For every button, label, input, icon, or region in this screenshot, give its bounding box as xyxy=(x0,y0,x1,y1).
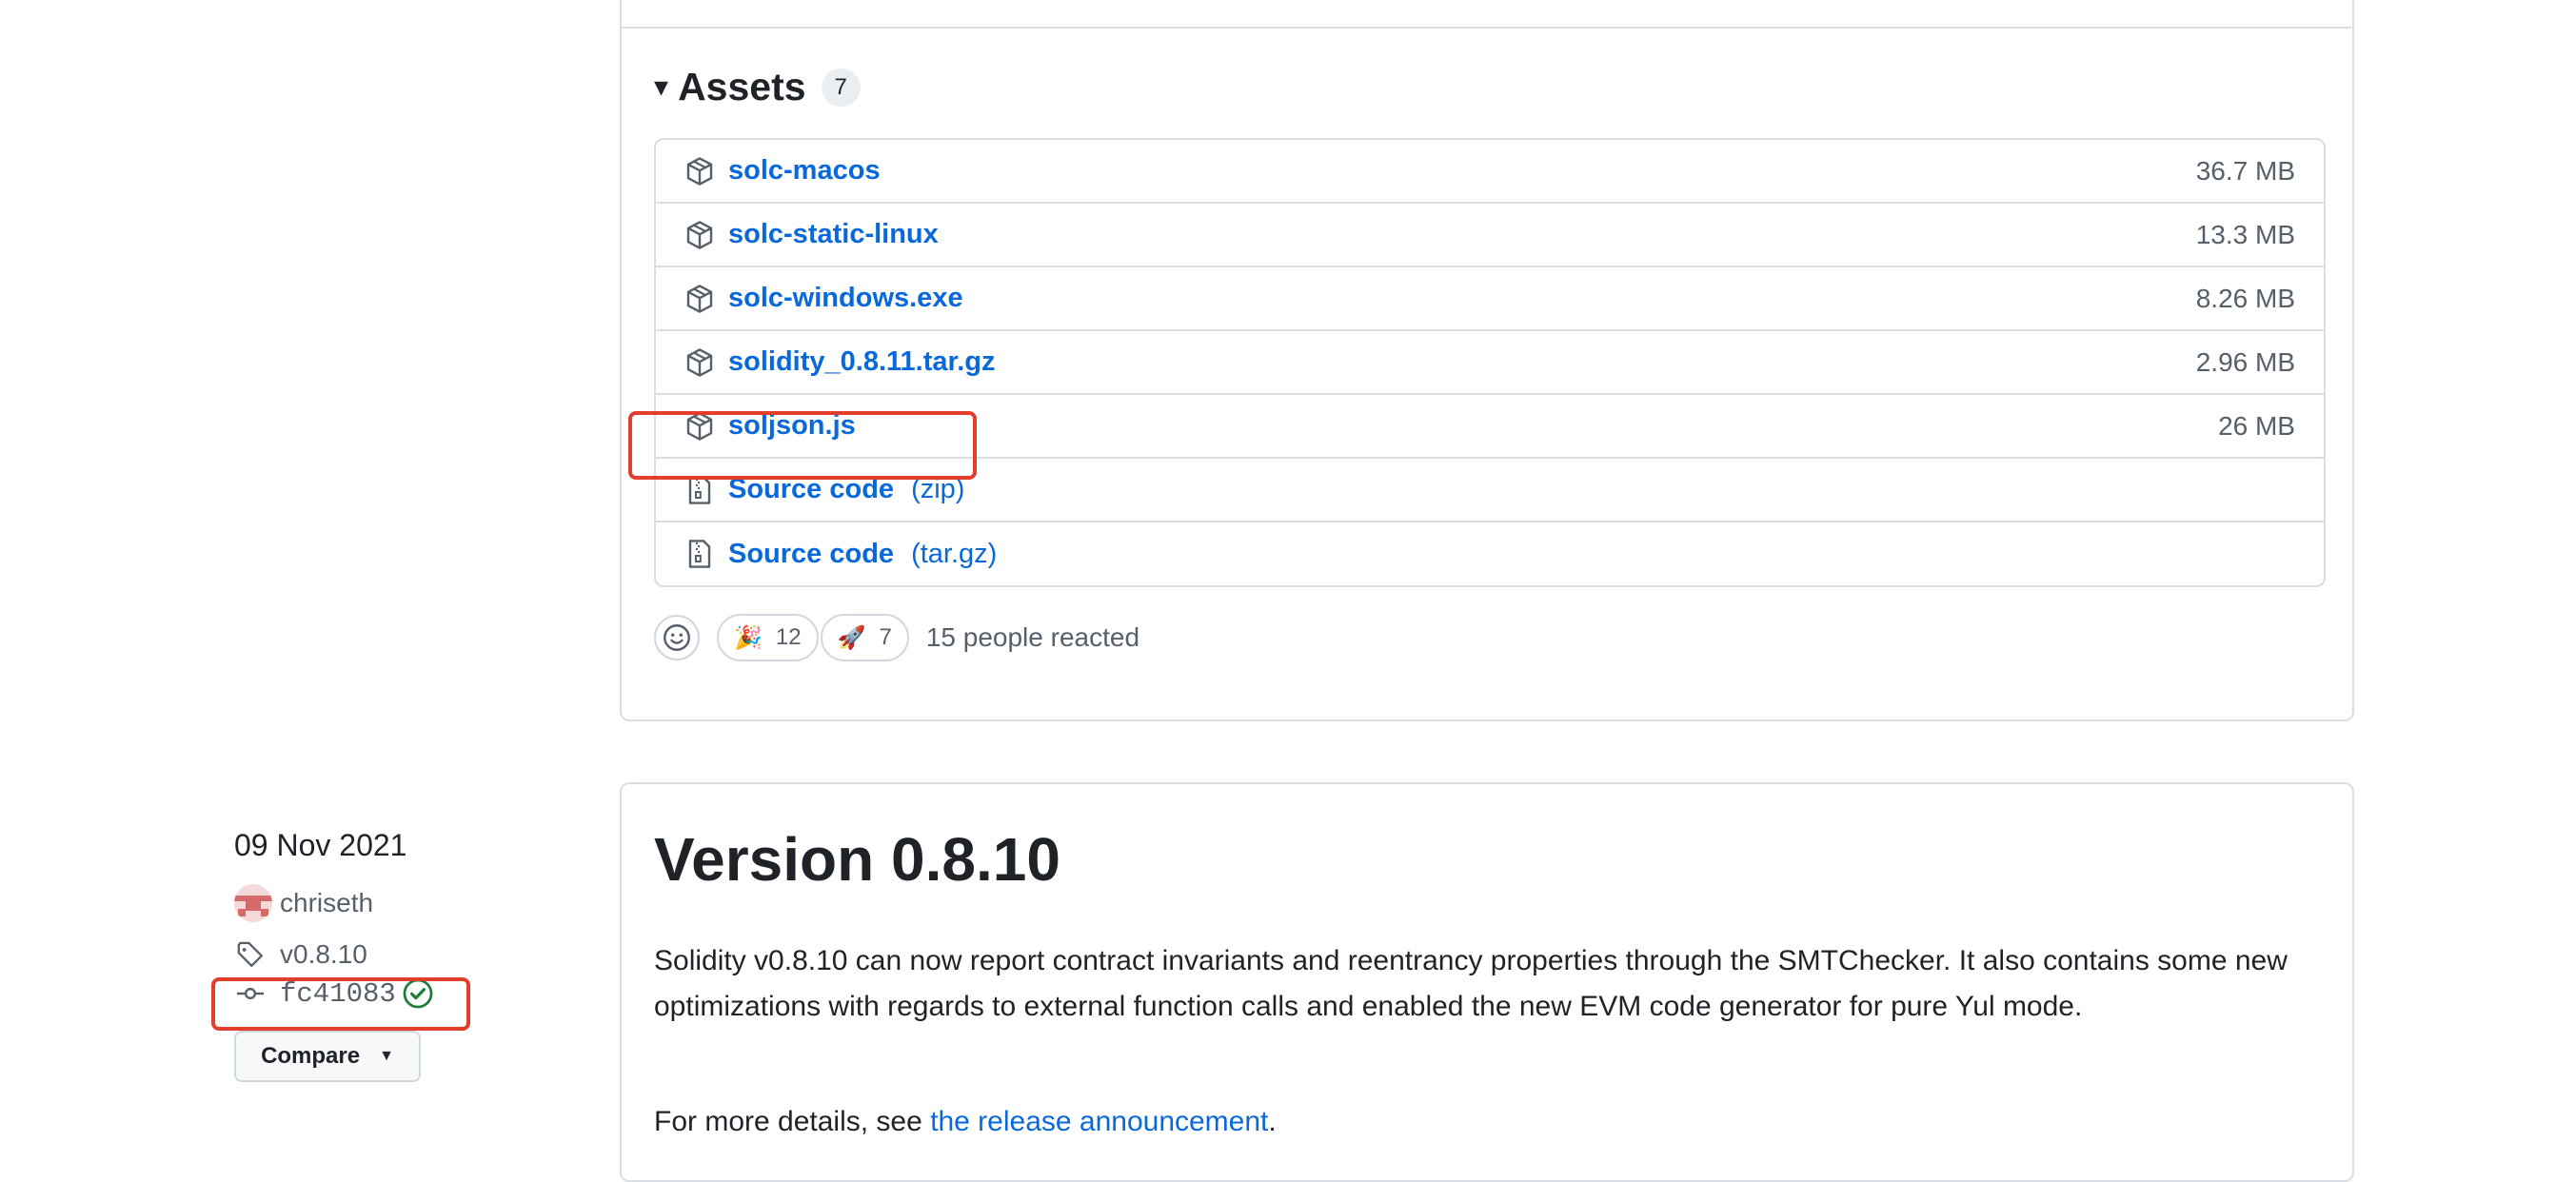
asset-format[interactable]: (tar.gz) xyxy=(911,539,997,570)
reaction-rocket[interactable]: 🚀 7 xyxy=(820,614,909,661)
package-icon xyxy=(684,220,715,250)
asset-size: 13.3 MB xyxy=(2195,219,2295,249)
tada-icon: 🎉 xyxy=(734,624,763,651)
asset-size: 2.96 MB xyxy=(2195,346,2295,377)
highlight-soljson xyxy=(628,411,977,480)
highlight-commit xyxy=(211,977,470,1031)
asset-link[interactable]: solidity_0.8.11.tar.gz xyxy=(728,346,995,378)
package-icon xyxy=(684,284,715,314)
reactions-summary[interactable]: 15 people reacted xyxy=(926,622,1139,653)
caret-down-icon: ▼ xyxy=(379,1048,394,1064)
compare-label: Compare xyxy=(261,1043,361,1069)
asset-size: 36.7 MB xyxy=(2195,155,2295,186)
assets-list: solc-macos 36.7 MB solc-static-linux 13.3 M… xyxy=(654,138,2326,587)
compare-button[interactable]: Compare ▼ xyxy=(234,1031,421,1082)
release-announcement-link[interactable]: the release announcement xyxy=(930,1106,1268,1137)
release-date: 09 Nov 2021 xyxy=(234,828,407,862)
release-more-text: For more details, see the release announ… xyxy=(654,1106,1277,1138)
asset-size: 26 MB xyxy=(2218,410,2295,441)
more-prefix: For more details, see xyxy=(654,1106,931,1137)
asset-link[interactable]: solc-macos xyxy=(728,155,881,187)
add-reaction-button[interactable] xyxy=(654,615,700,660)
author-name[interactable]: chriseth xyxy=(280,888,373,918)
package-icon xyxy=(684,156,715,187)
asset-row: solidity_0.8.11.tar.gz 2.96 MB xyxy=(656,331,2324,395)
tag-row[interactable]: v0.8.10 xyxy=(234,939,434,970)
release-sidebar: 09 Nov 2021 chriseth v0.8.10 fc41083 Com… xyxy=(234,828,434,1082)
asset-size: 8.26 MB xyxy=(2195,283,2295,313)
release-title[interactable]: Version 0.8.10 xyxy=(654,824,1060,895)
release-description: Solidity v0.8.10 can now report contract… xyxy=(654,945,2288,1022)
release-card-0-8-10: Version 0.8.10 Solidity v0.8.10 can now … xyxy=(620,782,2354,1182)
author-row[interactable]: chriseth xyxy=(234,884,434,922)
file-zip-icon xyxy=(684,539,715,569)
asset-link[interactable]: solc-windows.exe xyxy=(728,283,963,314)
smiley-icon xyxy=(664,624,690,651)
asset-link[interactable]: Source code xyxy=(728,539,894,570)
tag-name[interactable]: v0.8.10 xyxy=(280,939,367,970)
asset-row: solc-macos 36.7 MB xyxy=(656,140,2324,204)
package-icon xyxy=(684,347,715,378)
assets-count-badge: 7 xyxy=(821,68,861,107)
tag-icon xyxy=(237,941,263,967)
asset-row: Source code (tar.gz) xyxy=(656,522,2324,585)
section-divider xyxy=(622,27,2352,29)
release-card-0-8-11: ▾ Assets 7 solc-macos 36.7 MB solc-static-… xyxy=(620,0,2354,721)
reaction-count: 7 xyxy=(879,624,892,650)
reaction-tada[interactable]: 🎉 12 xyxy=(717,614,819,661)
avatar[interactable] xyxy=(234,884,272,922)
assets-title: Assets xyxy=(678,65,806,108)
asset-row: solc-windows.exe 8.26 MB xyxy=(656,267,2324,331)
reaction-count: 12 xyxy=(775,624,802,650)
reactions-bar: 🎉 12 🚀 7 15 people reacted xyxy=(654,614,1139,661)
asset-row: solc-static-linux 13.3 MB xyxy=(656,204,2324,267)
asset-link[interactable]: solc-static-linux xyxy=(728,219,939,250)
assets-header[interactable]: ▾ Assets 7 xyxy=(654,65,861,109)
more-suffix: . xyxy=(1268,1106,1277,1137)
rocket-icon: 🚀 xyxy=(837,624,866,651)
triangle-down-icon[interactable]: ▾ xyxy=(654,70,668,104)
